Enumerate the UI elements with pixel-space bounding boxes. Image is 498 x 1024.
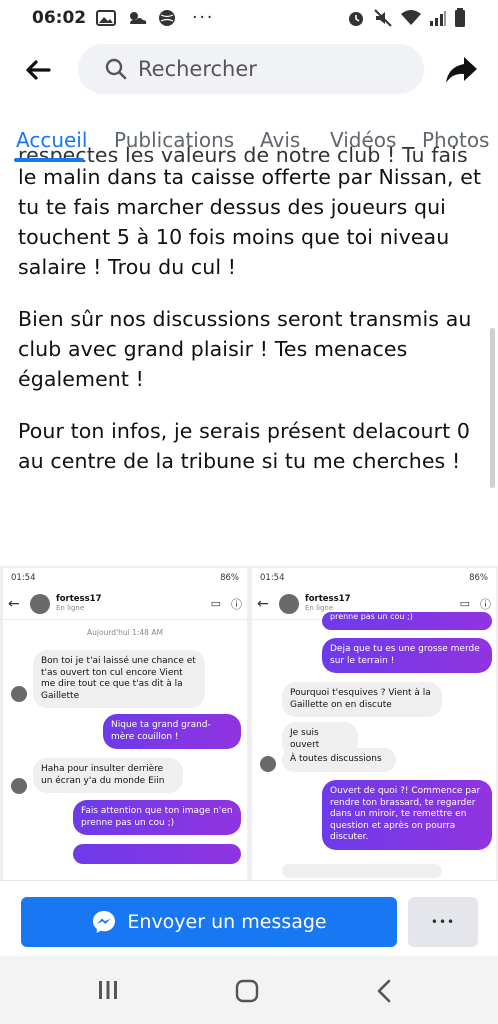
chat-message-in: Pourquoi t'esquives ? Vient à la Gaillet… bbox=[282, 682, 442, 717]
gallery-icon bbox=[96, 9, 117, 27]
info-icon: ⓘ bbox=[231, 597, 242, 611]
chat-username: fortess17 bbox=[56, 594, 102, 604]
info-icon: ⓘ bbox=[480, 597, 491, 611]
arrow-left-icon bbox=[26, 60, 51, 80]
chat-message-in: À toutes discussions bbox=[282, 748, 396, 772]
avatar bbox=[260, 756, 276, 772]
phone-time: 01:54 bbox=[11, 573, 36, 583]
alarm-icon bbox=[346, 8, 366, 28]
post-paragraph: Bien sûr nos discussions seront transmis… bbox=[18, 307, 472, 391]
phone-time: 01:54 bbox=[260, 573, 285, 583]
screenshot-left: 01:54 86% ← fortess17 En ligne ▭ ⓘ Aujou… bbox=[3, 568, 247, 880]
phone-battery: 86% bbox=[469, 573, 488, 583]
home-button[interactable] bbox=[234, 978, 260, 1008]
messenger-icon bbox=[93, 911, 116, 933]
back-nav-button[interactable] bbox=[374, 978, 394, 1008]
chevron-left-icon bbox=[377, 979, 391, 1003]
action-bar: Envoyer un message ••• bbox=[0, 880, 498, 956]
status-bar: 06:02 ··· bbox=[0, 0, 498, 36]
phone-battery: 86% bbox=[220, 573, 239, 583]
more-dots-icon: ••• bbox=[430, 915, 456, 929]
back-button[interactable] bbox=[22, 54, 54, 86]
chat-message-out: Nique ta grand grand-mère couillon ! bbox=[103, 714, 241, 749]
chat-message-in: Bon toi je t'ai laissé une chance et t'a… bbox=[33, 650, 205, 708]
chat-message-out: Ouvert de quoi ?! Commence par rendre to… bbox=[322, 780, 492, 850]
arrow-left-icon: ← bbox=[8, 595, 20, 612]
send-message-button[interactable]: Envoyer un message bbox=[21, 897, 397, 947]
mute-icon bbox=[373, 8, 393, 28]
post-cut-line: respectes les valeurs de notre club ! Tu… bbox=[18, 143, 468, 162]
wifi-icon bbox=[400, 9, 422, 27]
globe-icon bbox=[158, 9, 176, 27]
search-icon bbox=[105, 58, 127, 80]
chat-message-in bbox=[282, 864, 442, 878]
post-paragraph: Pour ton infos, je serais présent delaco… bbox=[18, 419, 471, 473]
chat-username: fortess17 bbox=[305, 594, 351, 604]
chat-header: ← fortess17 En ligne ▭ ⓘ bbox=[3, 588, 247, 620]
chat-message-out: Deja que tu es une grosse merde sur le t… bbox=[322, 638, 492, 673]
more-status-icon: ··· bbox=[192, 8, 215, 28]
chat-message-out: prenne pas un cou ;) bbox=[322, 612, 492, 630]
chat-message-out: Fais attention que ton image n'en prenne… bbox=[73, 800, 241, 835]
avatar bbox=[11, 686, 27, 702]
chat-date: Aujourd'hui 1:48 AM bbox=[87, 628, 163, 637]
top-header: Rechercher bbox=[0, 36, 498, 106]
share-button[interactable] bbox=[442, 52, 480, 88]
phone-status-bar: 01:54 86% bbox=[3, 568, 247, 588]
active-tab-indicator bbox=[14, 158, 84, 162]
battery-icon bbox=[454, 8, 466, 28]
status-time: 06:02 bbox=[32, 8, 87, 28]
post-paragraph: le malin dans ta caisse offerte par Niss… bbox=[18, 165, 482, 279]
avatar bbox=[279, 593, 299, 614]
home-icon bbox=[235, 979, 259, 1003]
signal-icon bbox=[429, 10, 447, 26]
more-options-button[interactable]: ••• bbox=[408, 897, 478, 947]
phone-status-bar: 01:54 86% bbox=[252, 568, 496, 588]
avatar bbox=[11, 778, 27, 794]
chat-message-out bbox=[73, 844, 241, 864]
search-input[interactable]: Rechercher bbox=[78, 44, 424, 94]
avatar bbox=[30, 593, 50, 614]
share-arrow-icon bbox=[446, 57, 477, 83]
send-message-label: Envoyer un message bbox=[127, 911, 327, 933]
system-nav-bar bbox=[0, 956, 498, 1024]
search-placeholder: Rechercher bbox=[138, 57, 257, 81]
arrow-left-icon: ← bbox=[257, 595, 269, 612]
post-image[interactable]: 01:54 86% ← fortess17 En ligne ▭ ⓘ Aujou… bbox=[0, 566, 498, 880]
screenshot-right: 01:54 86% ← fortess17 En ligne ▭ ⓘ prenn… bbox=[252, 568, 496, 880]
chat-body: Aujourd'hui 1:48 AM Bon toi je t'ai lais… bbox=[3, 628, 247, 864]
scrollbar[interactable] bbox=[490, 328, 495, 488]
chat-message-in: Haha pour insulter derrière un écran y'a… bbox=[33, 758, 183, 793]
recent-apps-icon bbox=[99, 981, 117, 999]
recent-apps-button[interactable] bbox=[96, 978, 120, 1006]
video-call-icon: ▭ bbox=[210, 597, 221, 610]
chat-status: En ligne bbox=[56, 604, 85, 612]
video-call-icon: ▭ bbox=[459, 597, 470, 610]
weather-icon bbox=[126, 9, 148, 27]
post-body: respectes les valeurs de notre club ! Tu… bbox=[18, 143, 488, 498]
